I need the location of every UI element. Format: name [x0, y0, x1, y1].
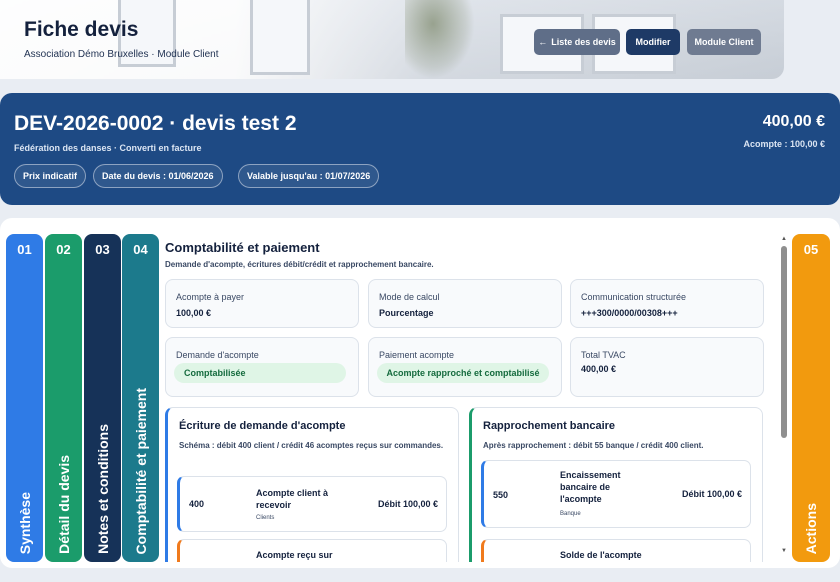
- ledger-line: Acompte reçu sur: [177, 539, 447, 562]
- field-label: Total TVAC: [581, 350, 626, 360]
- tab-label: Comptabilité et paiement: [132, 387, 149, 554]
- ledger-line: Solde de l'acompte: [481, 539, 751, 562]
- chip-valid-until: Valable jusqu'au : 01/07/2026: [238, 164, 380, 188]
- page-header: Fiche devis Association Démo Bruxelles ·…: [0, 0, 784, 79]
- status-badge: Acompte rapproché et comptabilisé: [377, 363, 549, 383]
- field-label: Paiement acompte: [379, 350, 455, 360]
- quote-subtitle: Fédération des danses · Converti en fact…: [14, 143, 202, 153]
- background-window: [250, 0, 310, 75]
- tab-number: 05: [803, 242, 819, 257]
- ledger-line: 400 Acompte client à recevoir Clients Dé…: [177, 476, 447, 532]
- quote-amount: 400,00 €: [762, 113, 825, 130]
- tab-label: Notes et conditions: [94, 424, 111, 554]
- field-structured-communication: Communication structurée +++300/0000/003…: [570, 279, 764, 328]
- field-value: 100,00 €: [176, 308, 212, 318]
- quote-list-label: Liste des devis: [551, 37, 616, 47]
- quote-list-button[interactable]: ← Liste des devis: [534, 29, 620, 55]
- deposit-entry-panel: Écriture de demande d'acompte Schéma : d…: [165, 407, 459, 562]
- panel-title: Rapprochement bancaire: [483, 420, 616, 432]
- quote-title: DEV-2026-0002 · devis test 2: [14, 112, 297, 135]
- panel-description: Après rapprochement : débit 55 banque / …: [483, 441, 704, 450]
- field-label: Communication structurée: [581, 292, 687, 302]
- section-subtitle: Demande d'acompte, écritures débit/crédi…: [165, 260, 434, 269]
- field-value: Pourcentage: [379, 308, 434, 318]
- tab-label: Détail du devis: [55, 455, 72, 554]
- panel-description: Schéma : débit 400 client / crédit 46 ac…: [179, 441, 444, 450]
- page-title: Fiche devis: [24, 18, 139, 41]
- scrollbar-thumb[interactable]: [781, 246, 787, 438]
- client-module-button[interactable]: Module Client: [687, 29, 761, 55]
- chip-price-indicative: Prix indicatif: [14, 164, 87, 188]
- section-title: Comptabilité et paiement: [165, 240, 320, 255]
- tab-label: Actions: [803, 502, 819, 554]
- tab-notes[interactable]: 03 Notes et conditions: [84, 234, 121, 562]
- page-subtitle: Association Démo Bruxelles · Module Clie…: [24, 49, 219, 60]
- field-deposit-due: Acompte à payer 100,00 €: [165, 279, 359, 328]
- tab-number: 03: [95, 242, 110, 257]
- tab-number: 02: [56, 242, 71, 257]
- account-number: 550: [493, 490, 509, 500]
- account-number: 400: [189, 499, 205, 509]
- field-deposit-payment: Paiement acompte Acompte rapproché et co…: [368, 337, 562, 397]
- triangle-up-icon[interactable]: ▲: [779, 236, 789, 242]
- ledger-line: 550 Encaissement bancaire de l'acompte B…: [481, 460, 751, 528]
- field-total-tvac: Total TVAC 400,00 €: [570, 337, 764, 397]
- field-deposit-request: Demande d'acompte Comptabilisée: [165, 337, 359, 397]
- content-scrollbar[interactable]: ▲ ▼: [779, 236, 789, 554]
- tab-synthese[interactable]: 01 Synthèse: [6, 234, 43, 562]
- tab-number: 01: [17, 242, 32, 257]
- bank-reconciliation-panel: Rapprochement bancaire Après rapprocheme…: [469, 407, 763, 562]
- field-calculation-mode: Mode de calcul Pourcentage: [368, 279, 562, 328]
- line-amount: Débit 100,00 €: [377, 499, 438, 509]
- field-value: +++300/0000/00308+++: [581, 308, 678, 318]
- edit-button[interactable]: Modifier: [626, 29, 680, 55]
- account-label: Encaissement bancaire de l'acompte: [560, 470, 621, 504]
- arrow-left-icon: ←: [538, 37, 548, 47]
- panel-title: Écriture de demande d'acompte: [179, 420, 346, 432]
- tab-detail[interactable]: 02 Détail du devis: [45, 234, 82, 562]
- accounting-section: Comptabilité et paiement Demande d'acomp…: [154, 234, 776, 562]
- status-badge: Comptabilisée: [174, 363, 346, 383]
- field-label: Mode de calcul: [379, 292, 440, 302]
- account-label: Acompte client à recevoir: [256, 488, 329, 510]
- field-value: 400,00 €: [581, 364, 617, 374]
- background-plant: [405, 0, 475, 79]
- field-label: Demande d'acompte: [176, 350, 259, 360]
- chip-quote-date: Date du devis : 01/06/2026: [93, 164, 223, 188]
- account-label: Solde de l'acompte: [560, 550, 642, 560]
- account-category: Clients: [256, 515, 275, 521]
- tab-label: Synthèse: [16, 491, 33, 554]
- tab-actions[interactable]: 05 Actions: [792, 234, 830, 562]
- account-label: Acompte reçu sur: [256, 550, 333, 560]
- triangle-down-icon[interactable]: ▼: [779, 548, 789, 554]
- field-label: Acompte à payer: [176, 292, 245, 302]
- quote-deposit: Acompte : 100,00 €: [743, 139, 825, 149]
- line-amount: Débit 100,00 €: [681, 489, 742, 499]
- quote-summary-banner: DEV-2026-0002 · devis test 2 Fédération …: [0, 93, 840, 205]
- account-category: Banque: [560, 511, 581, 517]
